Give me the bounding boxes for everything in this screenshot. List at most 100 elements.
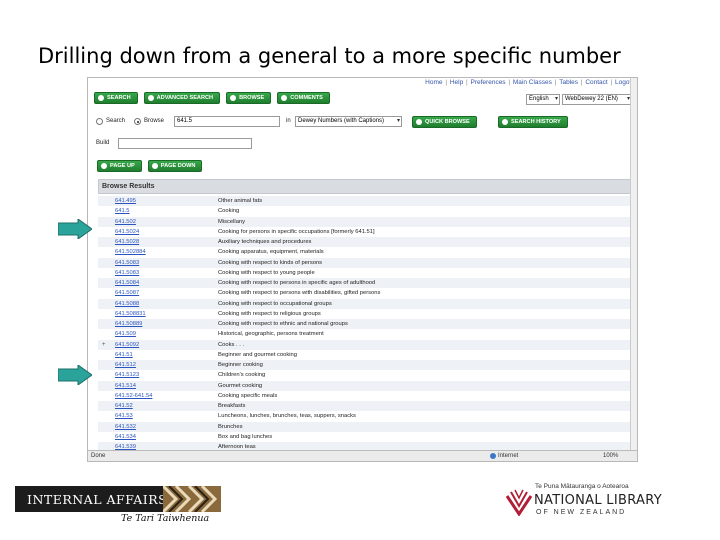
zoom-level[interactable]: 100% xyxy=(603,453,618,459)
result-row: 641.53 Luncheons, lunches, brunches, teas… xyxy=(98,411,634,421)
dewey-number-link[interactable]: 641.509 xyxy=(115,329,136,339)
dewey-caption: Cooking for persons in specific occupati… xyxy=(218,228,375,235)
national-library-tagline: Te Puna Mātauranga o Aotearoa xyxy=(535,483,629,490)
result-row: 641.502884 Cooking apparatus, equipment, … xyxy=(98,247,634,257)
dewey-number-link[interactable]: 641.5083 xyxy=(115,258,139,268)
result-row: 641.50889 Cooking with respect to ethnic … xyxy=(98,319,634,330)
search-button[interactable]: SEARCH xyxy=(94,92,138,104)
nav-link-home[interactable]: Home xyxy=(425,79,442,86)
dewey-caption: Other animal fats xyxy=(218,198,263,204)
dewey-number-link[interactable]: 641.51 xyxy=(115,350,133,360)
dewey-caption: Cooking xyxy=(218,208,240,215)
dewey-number-link[interactable]: 641.514 xyxy=(115,381,136,391)
button-dot-icon xyxy=(98,95,104,101)
dewey-caption: Beginner and gourmet cooking xyxy=(218,351,297,358)
scope-select[interactable]: Dewey Numbers (with Captions) xyxy=(295,116,402,127)
build-input[interactable] xyxy=(118,138,252,149)
browse-radio[interactable] xyxy=(134,118,141,125)
dewey-caption: Auxiliary techniques and procedures xyxy=(218,239,312,245)
expand-plus-icon[interactable]: + xyxy=(102,340,106,350)
dewey-number-link[interactable]: 641.5083 xyxy=(115,268,139,278)
dewey-caption: Cooking with respect to occupational gro… xyxy=(218,300,332,307)
dewey-number-link[interactable]: 641.52 xyxy=(115,401,133,411)
main-toolbar: SEARCH ADVANCED SEARCH BROWSE COMMENTS xyxy=(94,92,330,104)
result-row: 641.502 Miscellany xyxy=(98,216,634,227)
result-row: 641.5083 Cooking with respect to young pe… xyxy=(98,268,634,278)
nav-link-help[interactable]: Help xyxy=(450,79,463,86)
results-heading: Browse Results xyxy=(98,179,634,194)
dewey-number-link[interactable]: 641.502 xyxy=(115,217,136,227)
result-row: 641.51 Beginner and gourmet cooking xyxy=(98,350,634,360)
nav-link-tables[interactable]: Tables xyxy=(559,79,578,86)
slide: Drilling down from a general to a more s… xyxy=(0,0,720,540)
dewey-number-link[interactable]: 641.5087 xyxy=(115,288,139,298)
dewey-caption: Cooking with respect to persons with dis… xyxy=(218,290,381,297)
national-library-subtitle: OF NEW ZEALAND xyxy=(536,509,627,516)
result-row: 641.52-641.54 Cooking specific meals xyxy=(98,391,634,401)
paging-buttons: PAGE UP PAGE DOWN xyxy=(97,160,203,172)
comments-button[interactable]: COMMENTS xyxy=(277,92,330,104)
dewey-caption: Cooking with respect to kinds of persons xyxy=(218,259,323,266)
search-radio[interactable] xyxy=(96,118,103,125)
build-label: Build xyxy=(96,140,110,146)
top-nav-links: Home | Help | Preferences | Main Classes… xyxy=(425,79,633,86)
dewey-caption: Gourmet cooking xyxy=(218,382,263,389)
version-select[interactable]: WebDewey 22 (EN) xyxy=(562,94,632,105)
button-dot-icon xyxy=(230,95,237,101)
national-library-mark-icon xyxy=(505,489,533,516)
dewey-caption: Box and bag lunches xyxy=(218,433,273,440)
nav-link-preferences[interactable]: Preferences xyxy=(471,79,506,86)
nav-link-contact[interactable]: Contact xyxy=(585,79,607,86)
browse-radio-label: Browse xyxy=(144,118,165,124)
dewey-caption: Cooking specific meals xyxy=(218,392,278,399)
dewey-number-link[interactable]: 641.5084 xyxy=(115,278,139,288)
search-history-button[interactable]: SEARCH HISTORY xyxy=(498,116,568,128)
browse-button[interactable]: BROWSE xyxy=(226,92,272,104)
result-row: 641.52 Breakfasts xyxy=(98,401,634,412)
quick-browse-button[interactable]: QUICK BROWSE xyxy=(412,116,477,128)
dewey-number-link[interactable]: 641.5 xyxy=(115,206,130,216)
national-library-name: NATIONAL LIBRARY xyxy=(534,493,662,508)
result-row: 641.512 Beginner cooking xyxy=(98,360,634,371)
status-zone: Internet xyxy=(498,453,519,459)
dewey-number-link[interactable]: 641.508831 xyxy=(115,309,146,319)
results-table: 641.495 Other animal fats 641.5 Cooking 641.… xyxy=(98,196,634,453)
dewey-caption: Brunches xyxy=(218,423,243,430)
vertical-scrollbar[interactable] xyxy=(630,78,637,452)
dewey-caption: Cooking with respect to persons in speci… xyxy=(218,280,376,286)
result-row: 641.509 Historical, geographic, persons t… xyxy=(98,329,634,339)
dewey-caption: Cooks . . . xyxy=(218,341,245,348)
dewey-number-link[interactable]: 641.53 xyxy=(115,411,133,421)
browse-input[interactable]: 641.5 xyxy=(174,116,280,127)
dewey-caption: Cooking apparatus, equipment, materials xyxy=(218,249,324,256)
advanced-search-button[interactable]: ADVANCED SEARCH xyxy=(143,92,221,104)
dewey-number-link[interactable]: 641.5123 xyxy=(115,370,139,380)
dewey-caption: Historical, geographic, persons treatmen… xyxy=(218,331,324,338)
result-row: 641.5 Cooking xyxy=(98,206,634,216)
page-down-button[interactable]: PAGE DOWN xyxy=(147,160,203,172)
dewey-number-link[interactable]: 641.512 xyxy=(115,360,136,370)
result-row: 641.5088 Cooking with respect to occupati… xyxy=(98,298,634,309)
result-row: 641.5028 Auxiliary techniques and procedu… xyxy=(98,237,634,248)
dewey-number-link[interactable]: 641.532 xyxy=(115,422,136,432)
woven-pattern-icon xyxy=(163,486,221,512)
page-up-button[interactable]: PAGE UP xyxy=(97,160,142,172)
dewey-caption: Cooking with respect to young people xyxy=(218,269,315,276)
button-dot-icon xyxy=(502,119,508,125)
dewey-number-link[interactable]: 641.50889 xyxy=(115,319,142,329)
dewey-number-link[interactable]: 641.534 xyxy=(115,432,136,442)
result-row: 641.5024 Cooking for persons in specific … xyxy=(98,227,634,237)
dewey-caption: Cooking with respect to religious groups xyxy=(218,310,321,317)
dewey-number-link[interactable]: 641.502884 xyxy=(115,247,146,257)
in-label: in xyxy=(286,118,291,124)
dewey-number-link[interactable]: 641.52-641.54 xyxy=(115,391,152,401)
dewey-number-link[interactable]: 641.5028 xyxy=(115,237,139,247)
button-dot-icon xyxy=(281,95,288,101)
dewey-number-link[interactable]: 641.5024 xyxy=(115,227,139,237)
nav-link-main-classes[interactable]: Main Classes xyxy=(513,79,552,86)
result-row: 641.5084 Cooking with respect to persons … xyxy=(98,278,634,289)
dewey-number-link[interactable]: 641.5092 xyxy=(115,340,139,350)
dewey-number-link[interactable]: 641.495 xyxy=(115,196,136,206)
language-select[interactable]: English xyxy=(526,94,560,105)
dewey-number-link[interactable]: 641.5088 xyxy=(115,299,139,309)
